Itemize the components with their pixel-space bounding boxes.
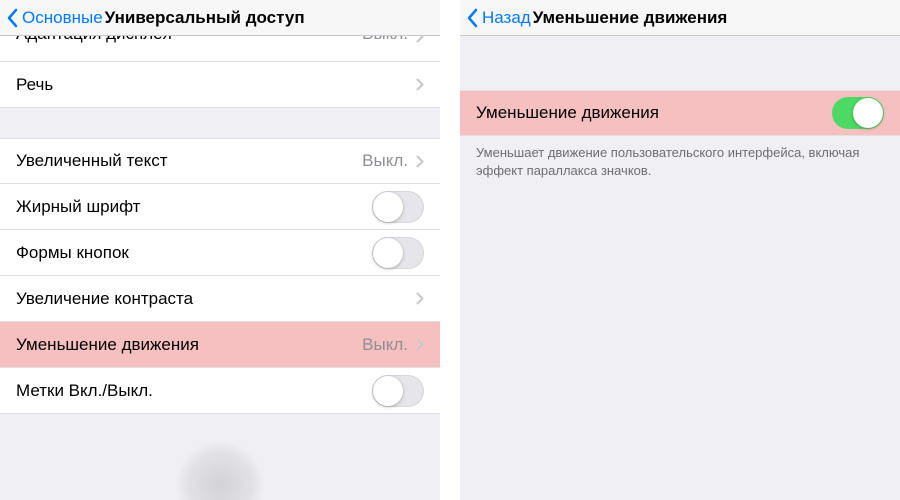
row-value: Выкл. [362,151,408,171]
toggle-button-shapes[interactable] [372,237,424,269]
row-label: Уменьшение движения [16,335,362,355]
row-value: Выкл. [362,335,408,355]
chevron-left-icon [466,8,478,28]
back-button[interactable]: Основные [6,8,103,28]
navbar-left: Основные Универсальный доступ [0,0,440,36]
row-bold-text[interactable]: Жирный шрифт [0,184,440,230]
row-reduce-motion-toggle[interactable]: Уменьшение движения [460,90,900,136]
settings-list: Адаптация дисплея Выкл. Речь Увеличенный… [0,36,440,444]
toggle-reduce-motion[interactable] [832,97,884,129]
chevron-right-icon [416,36,424,43]
toggle-bold-text[interactable] [372,191,424,223]
row-speech[interactable]: Речь [0,62,440,108]
chevron-right-icon [416,78,424,91]
toggle-on-off-labels[interactable] [372,375,424,407]
row-label: Увеличение контраста [16,289,416,309]
assistive-touch-ghost [175,440,265,500]
row-reduce-motion[interactable]: Уменьшение движения Выкл. [0,322,440,368]
reduce-motion-pane: Назад Уменьшение движения Уменьшение дви… [460,0,900,500]
row-increase-contrast[interactable]: Увеличение контраста [0,276,440,322]
row-button-shapes[interactable]: Формы кнопок [0,230,440,276]
back-button[interactable]: Назад [466,8,531,28]
row-label: Жирный шрифт [16,197,372,217]
page-title: Универсальный доступ [105,8,305,28]
back-label: Основные [22,8,103,28]
row-label: Метки Вкл./Выкл. [16,381,372,401]
row-label: Речь [16,75,416,95]
accessibility-pane: Основные Универсальный доступ Адаптация … [0,0,440,500]
chevron-right-icon [416,292,424,305]
row-label: Адаптация дисплея [16,36,362,44]
chevron-right-icon [416,155,424,168]
page-title: Уменьшение движения [533,8,728,28]
row-value: Выкл. [362,36,408,44]
row-on-off-labels[interactable]: Метки Вкл./Выкл. [0,368,440,414]
row-label: Увеличенный текст [16,151,362,171]
row-larger-text[interactable]: Увеличенный текст Выкл. [0,138,440,184]
navbar-right: Назад Уменьшение движения [460,0,900,36]
back-label: Назад [482,8,531,28]
chevron-right-icon [416,338,424,351]
footer-description: Уменьшает движение пользовательского инт… [460,136,900,179]
chevron-left-icon [6,8,18,28]
row-label: Формы кнопок [16,243,372,263]
row-display-accommodations[interactable]: Адаптация дисплея Выкл. [0,36,440,62]
row-label: Уменьшение движения [476,103,832,123]
